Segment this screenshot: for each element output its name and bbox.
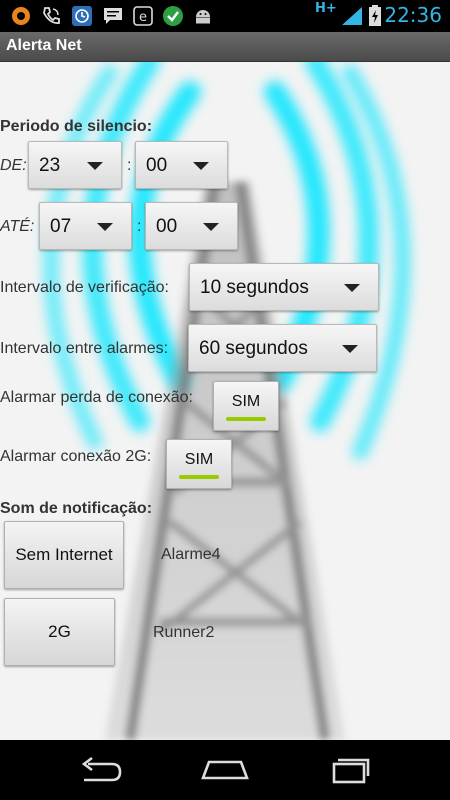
toggle-state-label: SIM xyxy=(231,393,261,410)
recent-apps-icon[interactable] xyxy=(320,750,380,790)
silence-period-heading: Periodo de silencio: xyxy=(0,118,153,135)
chevron-down-icon xyxy=(193,162,209,170)
to-hour-value: 07 xyxy=(50,216,72,237)
time-separator: : xyxy=(137,218,142,235)
alarm-connection-loss-label: Alarmar perda de conexão: xyxy=(0,389,193,406)
to-label: ATÉ: xyxy=(0,218,35,235)
navigation-bar xyxy=(0,740,450,800)
chevron-down-icon xyxy=(344,284,360,292)
ubuntu-one-icon xyxy=(12,7,30,25)
toggle-state-label: SIM xyxy=(184,451,214,468)
time-separator: : xyxy=(127,157,132,174)
from-minute-value: 00 xyxy=(146,155,168,176)
phone-icon xyxy=(43,7,60,24)
check-interval-value: 10 segundos xyxy=(200,277,309,298)
alarm-2g-toggle[interactable]: SIM xyxy=(166,439,232,489)
main-content: Periodo de silencio: DE: 23 : 00 ATÉ: 07… xyxy=(0,62,450,740)
svg-text:e: e xyxy=(139,10,147,25)
clock-sync-icon xyxy=(72,6,92,26)
to-hour-spinner[interactable]: 07 xyxy=(39,202,132,250)
check-interval-label: Intervalo de verificação: xyxy=(0,279,169,296)
from-minute-spinner[interactable]: 00 xyxy=(135,141,228,189)
alarm-interval-label: Intervalo entre alarmes: xyxy=(0,340,169,357)
status-bar: e H+ 22:36 xyxy=(0,0,450,32)
chevron-down-icon xyxy=(342,345,358,353)
notification-sound-heading: Som de notificação: xyxy=(0,500,153,517)
from-label: DE: xyxy=(0,157,27,174)
alarm-interval-spinner[interactable]: 60 segundos xyxy=(188,324,377,372)
from-hour-value: 23 xyxy=(39,155,61,176)
check-icon xyxy=(163,6,183,26)
toggle-on-indicator xyxy=(226,417,266,421)
action-bar: Alerta Net xyxy=(0,32,450,62)
check-interval-spinner[interactable]: 10 segundos xyxy=(189,263,379,311)
no-internet-sound-button[interactable]: Sem Internet xyxy=(4,521,124,589)
clock-label: 22:36 xyxy=(384,3,442,27)
chevron-down-icon xyxy=(87,162,103,170)
alarm-connection-loss-toggle[interactable]: SIM xyxy=(213,381,279,431)
to-minute-value: 00 xyxy=(156,216,178,237)
evernote-icon: e xyxy=(133,6,153,26)
from-hour-spinner[interactable]: 23 xyxy=(28,141,122,189)
home-icon[interactable] xyxy=(195,750,255,790)
app-title: Alerta Net xyxy=(6,37,82,54)
chevron-down-icon xyxy=(97,223,113,231)
android-icon xyxy=(196,10,210,24)
back-icon[interactable] xyxy=(70,750,130,790)
alarm-2g-label: Alarmar conexão 2G: xyxy=(0,448,152,465)
network-type-label: H+ xyxy=(315,1,337,16)
no-internet-sound-name: Alarme4 xyxy=(161,546,221,563)
battery-charging-icon xyxy=(369,5,381,26)
signal-icon xyxy=(342,7,362,25)
chevron-down-icon xyxy=(203,223,219,231)
2g-sound-name: Runner2 xyxy=(153,624,215,641)
sms-icon xyxy=(104,8,122,24)
alarm-interval-value: 60 segundos xyxy=(199,338,308,359)
2g-sound-button[interactable]: 2G xyxy=(4,598,115,666)
to-minute-spinner[interactable]: 00 xyxy=(145,202,238,250)
toggle-on-indicator xyxy=(179,475,219,479)
